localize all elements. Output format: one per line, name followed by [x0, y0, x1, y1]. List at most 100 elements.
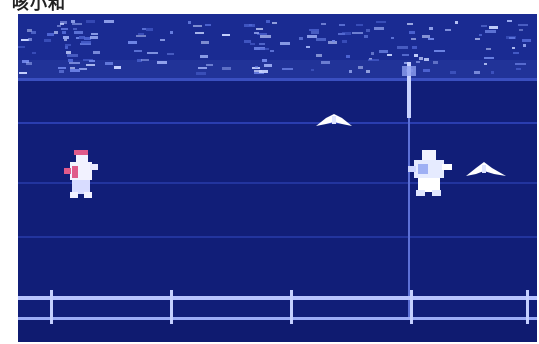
- crowd-mark: [65, 44, 71, 46]
- crowd-mark: [104, 20, 114, 23]
- crowd-mark: [198, 67, 207, 69]
- crowd-mark: [188, 21, 191, 24]
- crowd-mark: [66, 51, 71, 54]
- left-player-sash: [72, 166, 78, 178]
- crowd-mark: [299, 37, 303, 40]
- crowd-mark: [90, 36, 98, 39]
- left-player-arm-left: [64, 168, 71, 174]
- net-post-mark: [170, 290, 173, 324]
- crowd-mark: [282, 68, 293, 70]
- crowd-mark: [206, 64, 213, 66]
- right-player-arm: [442, 164, 452, 170]
- crowd-mark: [416, 61, 420, 63]
- crowd-mark: [321, 23, 326, 25]
- right-player-legs: [418, 178, 440, 192]
- crowd-mark: [200, 55, 208, 58]
- crowd-mark: [519, 29, 523, 31]
- crowd-mark: [270, 50, 274, 52]
- left-player-shoe-2: [84, 192, 92, 198]
- crowd-mark: [62, 31, 66, 34]
- crowd-mark: [387, 54, 392, 56]
- crowd-mark: [21, 39, 29, 41]
- crowd-mark: [423, 69, 430, 72]
- court-line-3: [18, 236, 537, 238]
- crowd-mark: [397, 46, 408, 49]
- left-player-legs: [72, 180, 90, 194]
- net-base: [18, 320, 537, 342]
- crowd-mark: [316, 38, 326, 41]
- crowd-mark: [368, 59, 379, 61]
- crowd-mark: [64, 39, 67, 41]
- crowd-mark: [79, 68, 87, 70]
- crowd-mark: [244, 24, 255, 27]
- crowd-mark: [342, 40, 347, 43]
- crowd-mark: [86, 20, 95, 23]
- crowd-mark: [391, 37, 394, 39]
- crowd-mark: [59, 70, 64, 73]
- crowd-mark: [309, 29, 319, 31]
- crowd-mark: [512, 47, 515, 49]
- crowd-mark: [516, 68, 521, 70]
- net-post-mark: [410, 290, 413, 324]
- net-post-top-glow: [402, 66, 416, 76]
- crowd-mark: [67, 54, 78, 57]
- screenshot: 咳小和: [0, 0, 539, 344]
- crowd-mark: [254, 70, 262, 72]
- crowd-mark: [332, 40, 335, 42]
- crowd-mark: [81, 41, 91, 44]
- crowd-mark: [170, 31, 173, 34]
- crowd-mark: [57, 25, 61, 27]
- crowd-mark: [195, 32, 204, 34]
- crowd-mark: [422, 35, 430, 38]
- crowd-mark: [72, 23, 82, 25]
- crowd-mark: [450, 71, 456, 74]
- crowd-mark: [321, 61, 330, 64]
- left-player-hair: [74, 150, 88, 155]
- crowd-mark: [255, 66, 258, 68]
- crowd-mark: [307, 35, 317, 38]
- crowd-mark: [147, 52, 158, 54]
- crowd-mark: [26, 62, 32, 65]
- crowd-mark: [475, 38, 480, 40]
- crowd-mark: [167, 53, 174, 55]
- right-player-shoe-1: [416, 190, 425, 196]
- crowd-mark: [74, 31, 83, 34]
- crowd-mark: [70, 67, 75, 69]
- crowd-mark: [506, 36, 516, 39]
- crowd-mark: [346, 55, 350, 58]
- crowd-mark: [489, 26, 498, 29]
- crowd-mark: [196, 72, 206, 75]
- shuttle-right-cork: [482, 165, 486, 173]
- crowd-mark: [138, 33, 144, 35]
- crowd-mark: [65, 46, 68, 49]
- crowd-mark: [429, 27, 433, 30]
- crowd-mark: [414, 54, 418, 57]
- crowd-mark: [479, 34, 482, 36]
- crowd-mark: [407, 23, 413, 25]
- crowd-mark: [433, 61, 438, 64]
- right-player-head: [422, 150, 436, 160]
- crowd-mark: [142, 28, 146, 30]
- crowd-mark: [91, 33, 98, 35]
- crowd-mark: [349, 70, 352, 73]
- crowd-mark: [364, 35, 368, 38]
- crowd-mark: [54, 31, 58, 34]
- crowd-mark: [105, 62, 113, 65]
- crowd-mark: [356, 24, 363, 26]
- crowd-mark: [434, 50, 445, 52]
- crowd-mark: [60, 23, 64, 25]
- crowd-mark: [70, 69, 80, 72]
- crowd-mark: [71, 20, 75, 23]
- crowd-mark: [262, 59, 267, 62]
- crowd-mark: [260, 35, 271, 38]
- crowd-mark: [84, 37, 91, 40]
- crowd-mark: [280, 42, 290, 45]
- crowd-mark: [141, 59, 149, 61]
- crowd-mark: [31, 31, 36, 34]
- right-player-shade: [418, 164, 428, 174]
- crowd-mark: [260, 48, 269, 50]
- crowd-mark: [32, 52, 36, 54]
- crowd-mark: [374, 27, 384, 30]
- net-post-pole: [408, 118, 410, 318]
- court-line-1: [18, 122, 537, 124]
